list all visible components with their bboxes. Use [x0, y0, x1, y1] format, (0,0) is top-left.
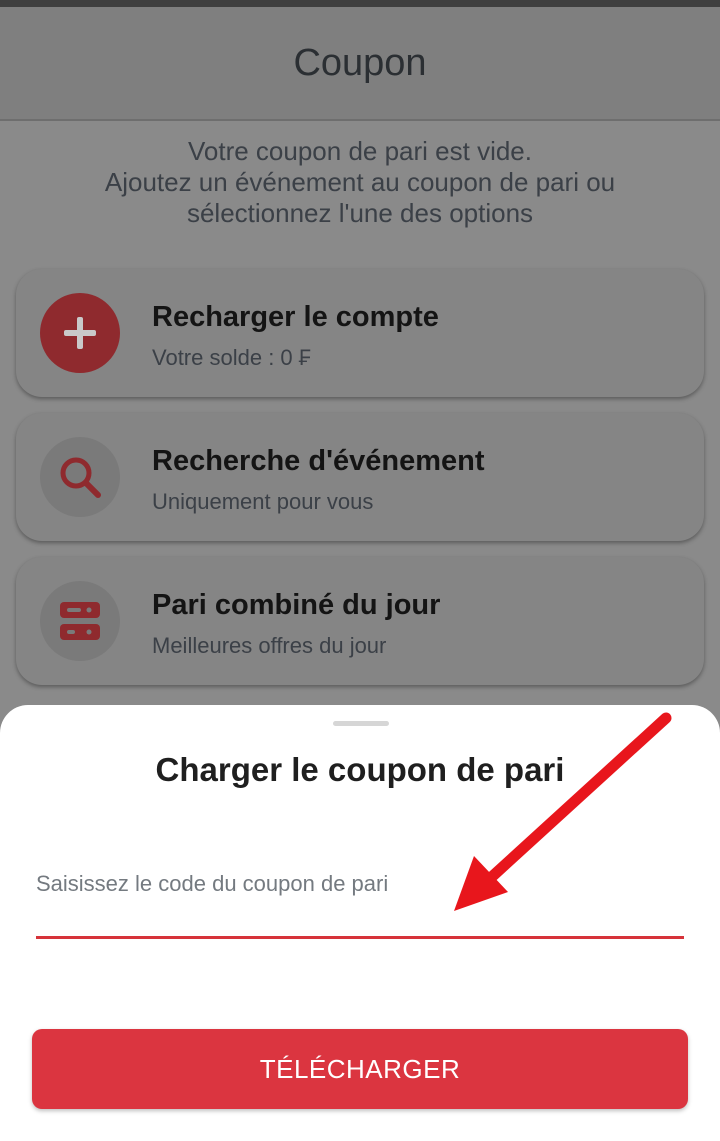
card-title: Recharger le compte — [152, 301, 439, 333]
empty-coupon-message: Votre coupon de pari est vide. Ajoutez u… — [40, 136, 680, 229]
daily-combo-bet-card[interactable]: Pari combiné du jour Meilleures offres d… — [16, 557, 704, 685]
card-title: Recherche d'événement — [152, 445, 485, 477]
card-subtitle: Uniquement pour vous — [152, 489, 374, 514]
event-search-card[interactable]: Recherche d'événement Uniquement pour vo… — [16, 413, 704, 541]
status-bar — [0, 0, 720, 7]
plus-icon — [40, 293, 120, 373]
card-title: Pari combiné du jour — [152, 589, 441, 621]
empty-message-line: Votre coupon de pari est vide. — [187, 136, 532, 166]
sheet-drag-handle[interactable] — [333, 721, 389, 726]
combo-bet-icon — [40, 581, 120, 661]
load-coupon-sheet: Charger le coupon de pari TÉLÉCHARGER — [0, 705, 720, 1141]
empty-message-line: Ajoutez un événement au coupon de pari o… — [104, 167, 616, 197]
search-icon — [40, 437, 120, 517]
empty-message-line: sélectionnez l'une des options — [186, 198, 534, 228]
sheet-title: Charger le coupon de pari — [155, 751, 565, 788]
page-title: Coupon — [293, 41, 427, 84]
coupon-code-input[interactable] — [36, 831, 684, 939]
card-subtitle: Meilleures offres du jour — [152, 633, 387, 658]
recharge-account-card[interactable]: Recharger le compte Votre solde : 0 ₣ — [16, 269, 704, 397]
header: Coupon — [0, 7, 720, 121]
card-subtitle: Votre solde : 0 ₣ — [152, 345, 311, 370]
upload-button[interactable]: TÉLÉCHARGER — [32, 1029, 688, 1109]
